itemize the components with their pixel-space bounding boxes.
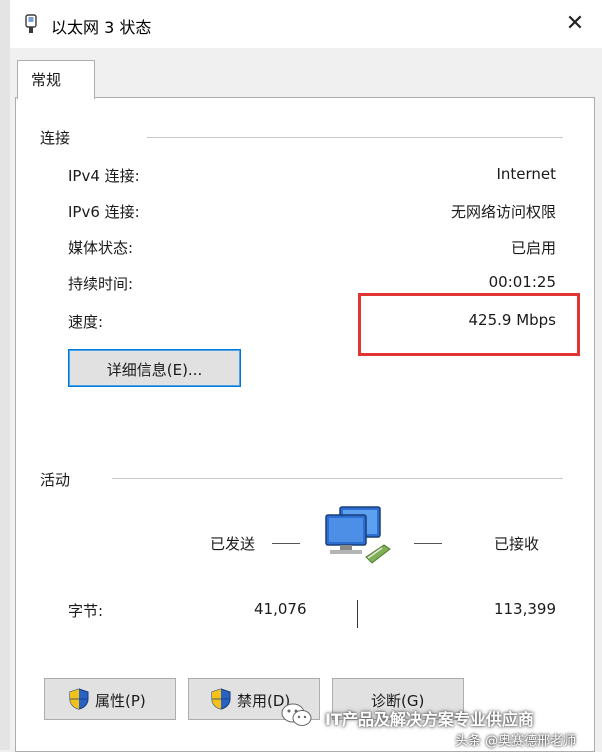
media-state-label: 媒体状态: <box>68 239 134 257</box>
disable-button[interactable]: 禁用(D) <box>188 678 320 720</box>
connection-group-label: 连接 <box>40 129 71 147</box>
bytes-separator <box>357 600 358 628</box>
speed-highlight-box <box>358 293 580 356</box>
diagnose-button[interactable]: 诊断(G) <box>332 678 464 720</box>
tab-general-label: 常规 <box>31 71 62 89</box>
sent-label: 已发送 <box>210 535 256 553</box>
title-bar: 以太网 3 状态 ✕ <box>10 0 602 48</box>
uac-shield-icon <box>211 688 231 710</box>
general-panel <box>15 97 595 752</box>
bytes-sent-value: 41,076 <box>254 600 307 618</box>
bytes-label: 字节: <box>68 602 104 620</box>
diagnose-button-label: 诊断(G) <box>371 692 425 710</box>
properties-button-label: 属性(P) <box>95 692 146 710</box>
received-dash <box>414 543 442 544</box>
ethernet-icon <box>25 14 37 33</box>
ipv6-label: IPv6 连接: <box>68 203 140 221</box>
network-status-dialog: 以太网 3 状态 ✕ 常规 连接 IPv4 连接: Internet IPv6 … <box>10 0 602 752</box>
connection-group-divider <box>147 137 563 138</box>
properties-button[interactable]: 属性(P) <box>44 678 176 720</box>
ipv4-label: IPv4 连接: <box>68 167 140 185</box>
close-button[interactable]: ✕ <box>558 8 592 40</box>
activity-group-label: 活动 <box>40 471 71 489</box>
close-icon: ✕ <box>565 11 585 36</box>
duration-label: 持续时间: <box>68 275 134 293</box>
network-computers-icon <box>325 506 391 564</box>
sent-dash <box>272 543 300 544</box>
media-state-value: 已启用 <box>510 239 556 257</box>
speed-label: 速度: <box>68 313 104 331</box>
details-button[interactable]: 详细信息(E)... <box>68 349 241 387</box>
bytes-received-value: 113,399 <box>493 600 556 618</box>
ipv4-value: Internet <box>496 165 556 183</box>
duration-value: 00:01:25 <box>488 273 556 291</box>
details-button-label: 详细信息(E)... <box>106 361 203 379</box>
ipv6-value: 无网络访问权限 <box>450 203 556 221</box>
disable-button-label: 禁用(D) <box>237 692 291 710</box>
uac-shield-icon <box>69 688 89 710</box>
tab-general[interactable]: 常规 <box>17 60 95 99</box>
activity-group-divider <box>112 478 563 479</box>
received-label: 已接收 <box>494 535 540 553</box>
window-title: 以太网 3 状态 <box>51 18 152 37</box>
